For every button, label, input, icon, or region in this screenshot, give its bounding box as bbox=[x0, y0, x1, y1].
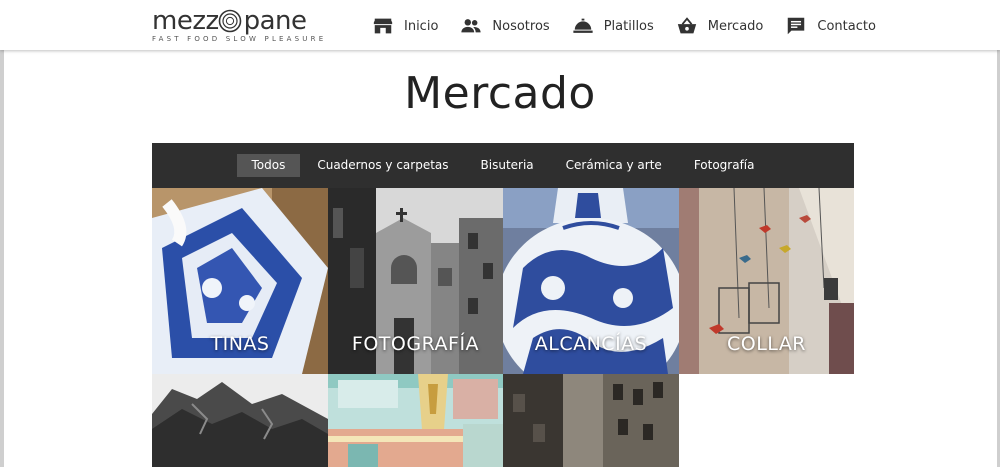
nav-label: Inicio bbox=[404, 18, 439, 34]
product-tile-5[interactable] bbox=[152, 374, 328, 467]
product-label: COLLAR bbox=[726, 333, 807, 355]
logo-ring-icon bbox=[218, 9, 242, 33]
filter-ceramica[interactable]: Cerámica y arte bbox=[551, 154, 677, 177]
nav-platillos[interactable]: Platillos bbox=[572, 15, 654, 37]
product-tile-tinas[interactable]: TINAS bbox=[152, 188, 328, 374]
site-header: mezz pane FAST FOOD SLOW PLEASURE Inicio … bbox=[0, 0, 1000, 50]
product-tile-fotografia[interactable]: FOTOGRAFÍA bbox=[328, 188, 503, 374]
nav-label: Platillos bbox=[603, 18, 654, 34]
filter-fotografia[interactable]: Fotografía bbox=[679, 154, 770, 177]
pastel-market-stall-photo bbox=[328, 374, 503, 467]
logo[interactable]: mezz pane FAST FOOD SLOW PLEASURE bbox=[152, 6, 323, 48]
narrow-alley-buildings-photo bbox=[503, 374, 679, 467]
page-title: Mercado bbox=[404, 68, 596, 119]
filter-bisuteria[interactable]: Bisuteria bbox=[466, 154, 549, 177]
product-grid: TINAS FOTOGRAFÍA ALCANCÍAS COLLAR bbox=[152, 188, 854, 467]
basket-icon bbox=[676, 15, 698, 37]
filter-todos[interactable]: Todos bbox=[236, 154, 301, 177]
nav-label: Contacto bbox=[817, 18, 876, 34]
product-tile-collar[interactable]: COLLAR bbox=[679, 188, 854, 374]
product-tile-alcancias[interactable]: ALCANCÍAS bbox=[503, 188, 679, 374]
category-filter-bar: Todos Cuadernos y carpetas Bisuteria Cer… bbox=[152, 143, 854, 188]
product-tile-6[interactable] bbox=[328, 374, 503, 467]
filter-cuadernos[interactable]: Cuadernos y carpetas bbox=[302, 154, 463, 177]
nav-inicio[interactable]: Inicio bbox=[372, 15, 438, 37]
nav-mercado[interactable]: Mercado bbox=[676, 15, 764, 37]
chat-bubble-icon bbox=[785, 15, 807, 37]
product-tile-7[interactable] bbox=[503, 374, 679, 467]
product-label: ALCANCÍAS bbox=[534, 333, 648, 355]
logo-tagline: FAST FOOD SLOW PLEASURE bbox=[152, 35, 327, 43]
cloche-icon bbox=[572, 15, 594, 37]
nav-label: Nosotros bbox=[492, 18, 550, 34]
nav-label: Mercado bbox=[707, 18, 764, 34]
nav-nosotros[interactable]: Nosotros bbox=[460, 15, 550, 37]
product-label: TINAS bbox=[210, 333, 270, 355]
store-icon bbox=[372, 15, 394, 37]
nav-contacto[interactable]: Contacto bbox=[785, 15, 876, 37]
product-label: FOTOGRAFÍA bbox=[351, 333, 480, 355]
main-nav: Inicio Nosotros Platillos Mercado Contac… bbox=[372, 13, 876, 39]
people-icon bbox=[460, 15, 482, 37]
mountain-black-white-photo bbox=[152, 374, 328, 467]
